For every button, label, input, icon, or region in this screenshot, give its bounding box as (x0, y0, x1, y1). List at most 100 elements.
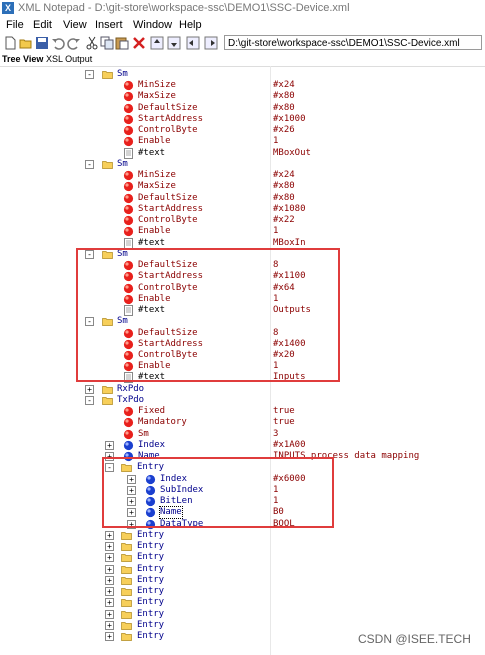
tree-row[interactable]: ControlByte #x22 (0, 215, 485, 226)
expand-toggle-icon[interactable]: + (105, 632, 114, 641)
node-name[interactable]: Sm (117, 69, 128, 80)
expand-toggle-icon[interactable]: + (105, 598, 114, 608)
tree-row[interactable]: + Entry (0, 541, 485, 552)
node-name[interactable]: Entry (137, 530, 164, 541)
tree-row[interactable]: - TxPdo (0, 395, 485, 406)
node-name[interactable]: ControlByte (138, 215, 198, 226)
tree-row[interactable]: DefaultSize #x80 (0, 193, 485, 204)
file-path-field[interactable]: D:\git-store\workspace-ssc\DEMO1\SSC-Dev… (224, 35, 482, 50)
delete-icon[interactable] (132, 36, 146, 50)
paste-icon[interactable] (115, 36, 129, 50)
node-name[interactable]: #text (138, 148, 165, 159)
node-value[interactable]: MBoxIn (273, 238, 306, 249)
menu-insert[interactable]: Insert (95, 19, 123, 31)
node-value[interactable]: true (273, 406, 295, 417)
node-name[interactable]: Index (138, 440, 165, 451)
tree-row[interactable]: #text MBoxOut (0, 147, 485, 159)
expand-toggle-icon[interactable]: + (85, 384, 94, 394)
node-value[interactable]: #x1000 (273, 114, 306, 125)
node-value[interactable]: #x1080 (273, 204, 306, 215)
tree-row[interactable]: + Entry (0, 564, 485, 575)
tree-row[interactable]: + Entry (0, 586, 485, 597)
open-icon[interactable] (19, 36, 33, 50)
menu-file[interactable]: File (6, 19, 24, 31)
node-name[interactable]: DefaultSize (138, 103, 198, 114)
node-name[interactable]: MaxSize (138, 91, 176, 102)
node-name[interactable]: Entry (137, 631, 164, 642)
node-name[interactable]: Entry (137, 586, 164, 597)
expand-toggle-icon[interactable]: + (105, 564, 114, 574)
expand-toggle-icon[interactable]: + (105, 530, 114, 540)
nudge-right-icon[interactable] (204, 36, 218, 50)
tab-tree-view[interactable]: Tree View (2, 54, 43, 65)
node-name[interactable]: ControlByte (138, 125, 198, 136)
collapse-toggle-icon[interactable]: - (85, 159, 94, 169)
node-value[interactable]: #x24 (273, 170, 295, 181)
nudge-up-icon[interactable] (150, 36, 164, 50)
node-name[interactable]: Sm (138, 429, 149, 440)
tree-row[interactable]: + Entry (0, 597, 485, 608)
tree-row[interactable]: + Entry (0, 552, 485, 563)
node-value[interactable]: #x22 (273, 215, 295, 226)
tree-row[interactable]: Enable 1 (0, 226, 485, 237)
node-name[interactable]: StartAddress (138, 204, 203, 215)
tree-row[interactable]: DefaultSize #x80 (0, 103, 485, 114)
nudge-left-icon[interactable] (186, 36, 200, 50)
node-name[interactable]: StartAddress (138, 114, 203, 125)
tree-row[interactable]: + Entry (0, 609, 485, 620)
tree-row[interactable]: + Entry (0, 530, 485, 541)
tree-row[interactable]: + RxPdo (0, 384, 485, 395)
tree-row[interactable]: MaxSize #x80 (0, 91, 485, 102)
tree-row[interactable]: Fixed true (0, 406, 485, 417)
tree-row[interactable]: StartAddress #x1000 (0, 114, 485, 125)
tree-row[interactable]: + Index #x1A00 (0, 440, 485, 451)
collapse-toggle-icon[interactable]: - (85, 395, 94, 405)
node-name[interactable]: Enable (138, 226, 171, 237)
expand-toggle-icon[interactable]: + (105, 609, 114, 619)
node-value[interactable]: #x80 (273, 103, 295, 114)
node-name[interactable]: Sm (117, 159, 128, 170)
node-name[interactable]: MaxSize (138, 181, 176, 192)
node-name[interactable]: Entry (137, 541, 164, 552)
tree-row[interactable]: StartAddress #x1080 (0, 204, 485, 215)
node-name[interactable]: TxPdo (117, 395, 144, 406)
tree-row[interactable]: + Entry (0, 620, 485, 631)
copy-icon[interactable] (100, 36, 114, 50)
expand-toggle-icon[interactable]: + (105, 542, 114, 552)
node-value[interactable]: 1 (273, 136, 278, 147)
node-name[interactable]: RxPdo (117, 384, 144, 395)
node-value[interactable]: 1 (273, 226, 278, 237)
node-value[interactable]: #x26 (273, 125, 295, 136)
node-value[interactable]: 3 (273, 429, 278, 440)
expand-toggle-icon[interactable]: + (105, 587, 114, 597)
tree-row[interactable]: #text MBoxIn (0, 237, 485, 249)
undo-icon[interactable] (51, 36, 65, 50)
expand-toggle-icon[interactable]: + (105, 575, 114, 585)
node-name[interactable]: MinSize (138, 170, 176, 181)
expand-toggle-icon[interactable]: + (105, 440, 114, 450)
expand-toggle-icon[interactable]: + (105, 553, 114, 563)
node-name[interactable]: MinSize (138, 80, 176, 91)
expand-toggle-icon[interactable]: + (105, 620, 114, 630)
tree-row[interactable]: + Entry (0, 575, 485, 586)
node-value[interactable]: #x80 (273, 193, 295, 204)
tab-xsl-output[interactable]: XSL Output (46, 54, 92, 65)
node-name[interactable]: Mandatory (138, 417, 187, 428)
menu-help[interactable]: Help (179, 19, 202, 31)
node-name[interactable]: Fixed (138, 406, 165, 417)
node-value[interactable]: MBoxOut (273, 148, 311, 159)
tree-row[interactable]: Mandatory true (0, 417, 485, 428)
tree-row[interactable]: Sm 3 (0, 429, 485, 440)
save-icon[interactable] (35, 36, 49, 50)
collapse-toggle-icon[interactable]: - (85, 70, 94, 79)
tree-row[interactable]: - Sm (0, 159, 485, 170)
node-name[interactable]: Entry (137, 564, 164, 575)
menu-view[interactable]: View (63, 19, 87, 31)
nudge-down-icon[interactable] (167, 36, 181, 50)
node-value[interactable]: #x24 (273, 80, 295, 91)
node-value[interactable]: #x80 (273, 181, 295, 192)
tree-row[interactable]: MinSize #x24 (0, 80, 485, 91)
node-name[interactable]: Entry (137, 620, 164, 631)
tree-row[interactable]: MinSize #x24 (0, 170, 485, 181)
tree-row[interactable]: - Sm (0, 69, 485, 80)
